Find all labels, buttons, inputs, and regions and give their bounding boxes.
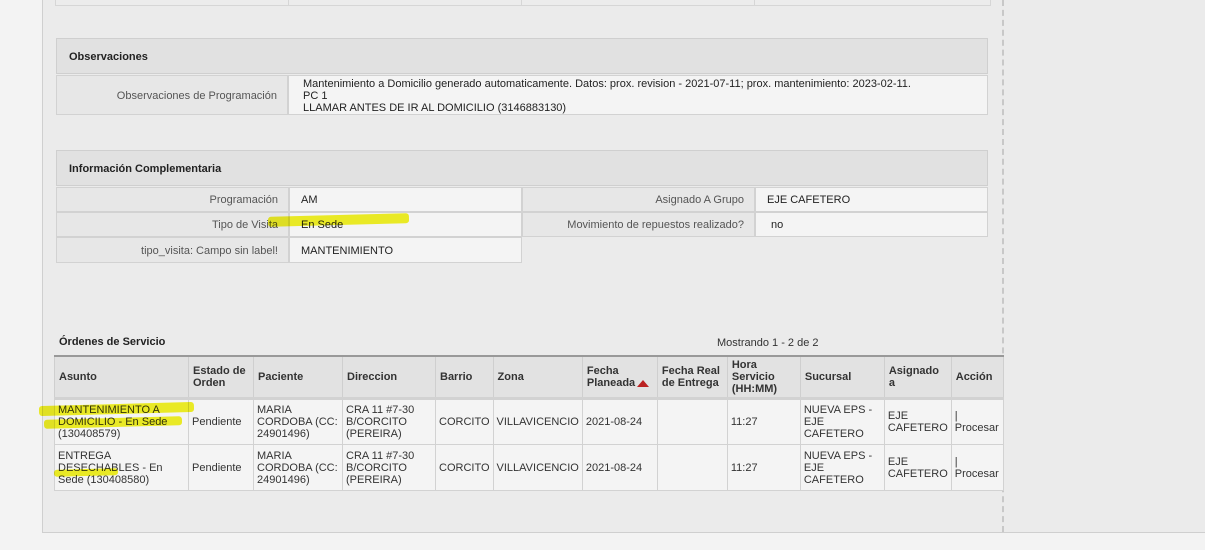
cell-fecha-planeada: 2021-08-24 — [581, 444, 658, 491]
observaciones-title: Observaciones — [56, 38, 988, 74]
cell-sucursal: NUEVA EPS - EJE CAFETERO — [799, 444, 885, 491]
programacion-label: Programación — [56, 187, 289, 212]
observaciones-line-3: LLAMAR ANTES DE IR AL DOMICILIO (3146883… — [303, 102, 567, 114]
cell-asunto: ENTREGA DESECHABLES - En Sede (130408580… — [54, 444, 189, 491]
cell-fecha-real — [656, 397, 728, 445]
col-barrio[interactable]: Barrio — [435, 355, 494, 399]
cell-zona: VILLAVICENCIO — [492, 397, 583, 445]
cell-direccion: CRA 11 #7-30 B/CORCITO (PEREIRA) — [342, 397, 436, 445]
col-fecha-planeada-label: Fecha Planeada — [586, 365, 636, 389]
col-paciente[interactable]: Paciente — [253, 355, 343, 399]
tipo-visita-label: Tipo de Visita — [56, 212, 289, 237]
cell-zona: VILLAVICENCIO — [492, 444, 583, 491]
cell-barrio: CORCITO — [435, 397, 494, 445]
cell-fecha-real — [656, 444, 728, 491]
col-estado[interactable]: Estado de Orden — [188, 355, 254, 399]
asignado-grupo-label: Asignado A Grupo — [522, 187, 755, 212]
orders-table: Asunto Estado de Orden Paciente Direccio… — [54, 355, 1004, 491]
cell-paciente: MARIA CORDOBA (CC: 24901496) — [253, 444, 343, 491]
programacion-value: AM — [289, 187, 522, 212]
observaciones-label: Observaciones de Programación — [56, 75, 288, 115]
col-asignado[interactable]: Asignado a — [883, 355, 952, 399]
cell-estado: Pendiente — [188, 397, 254, 445]
movimiento-repuestos-value: no — [755, 212, 988, 237]
orders-header-row: Asunto Estado de Orden Paciente Direccio… — [54, 355, 1004, 399]
cell-sucursal: NUEVA EPS - EJE CAFETERO — [799, 397, 885, 445]
cell-direccion: CRA 11 #7-30 B/CORCITO (PEREIRA) — [342, 444, 436, 491]
col-hora[interactable]: Hora Servicio (HH:MM) — [726, 355, 801, 399]
table-row[interactable]: ENTREGA DESECHABLES - En Sede (130408580… — [54, 444, 1004, 491]
col-direccion[interactable]: Direccion — [342, 355, 436, 399]
cell-barrio: CORCITO — [435, 444, 494, 491]
col-sucursal[interactable]: Sucursal — [799, 355, 885, 399]
cell-hora: 11:27 — [726, 444, 801, 491]
cell-paciente: MARIA CORDOBA (CC: 24901496) — [253, 397, 343, 445]
asignado-grupo-value: EJE CAFETERO — [755, 187, 988, 212]
col-asunto[interactable]: Asunto — [54, 355, 189, 399]
observaciones-line-1: Mantenimiento a Domicilio generado autom… — [303, 78, 911, 90]
cell-fecha-planeada: 2021-08-24 — [581, 397, 658, 445]
previous-section-stub — [55, 0, 991, 6]
cell-accion: | Procesar — [950, 444, 1004, 491]
col-zona[interactable]: Zona — [492, 355, 583, 399]
sort-ascending-icon[interactable] — [637, 379, 650, 387]
observaciones-line-2: PC 1 — [303, 90, 328, 102]
cell-asignado: EJE CAFETERO — [883, 444, 952, 491]
movimiento-repuestos-label: Movimiento de repuestos realizado? — [522, 212, 755, 237]
cell-estado: Pendiente — [188, 444, 254, 491]
procesar-link[interactable]: | Procesar — [955, 456, 999, 480]
cell-asignado: EJE CAFETERO — [883, 397, 952, 445]
orders-title: Órdenes de Servicio — [59, 336, 166, 348]
campo-sin-label-value: MANTENIMIENTO — [289, 237, 522, 263]
info-complementaria-section: Información Complementaria Programación … — [56, 150, 988, 265]
col-fecha-real[interactable]: Fecha Real de Entrega — [656, 355, 728, 399]
observaciones-section: Observaciones Observaciones de Programac… — [56, 38, 988, 116]
orders-count: Mostrando 1 - 2 de 2 — [717, 337, 819, 349]
col-accion: Acción — [950, 355, 1004, 399]
campo-sin-label-label: tipo_visita: Campo sin label! — [56, 237, 289, 263]
table-row[interactable]: MANTENIMIENTO A DOMICILIO - En Sede (130… — [54, 397, 1004, 445]
col-fecha-planeada[interactable]: Fecha Planeada — [581, 355, 658, 399]
procesar-link[interactable]: | Procesar — [955, 410, 999, 434]
cell-hora: 11:27 — [726, 397, 801, 445]
info-title: Información Complementaria — [56, 150, 988, 186]
cell-accion: | Procesar — [950, 397, 1004, 445]
observaciones-value: Mantenimiento a Domicilio generado autom… — [288, 75, 988, 115]
